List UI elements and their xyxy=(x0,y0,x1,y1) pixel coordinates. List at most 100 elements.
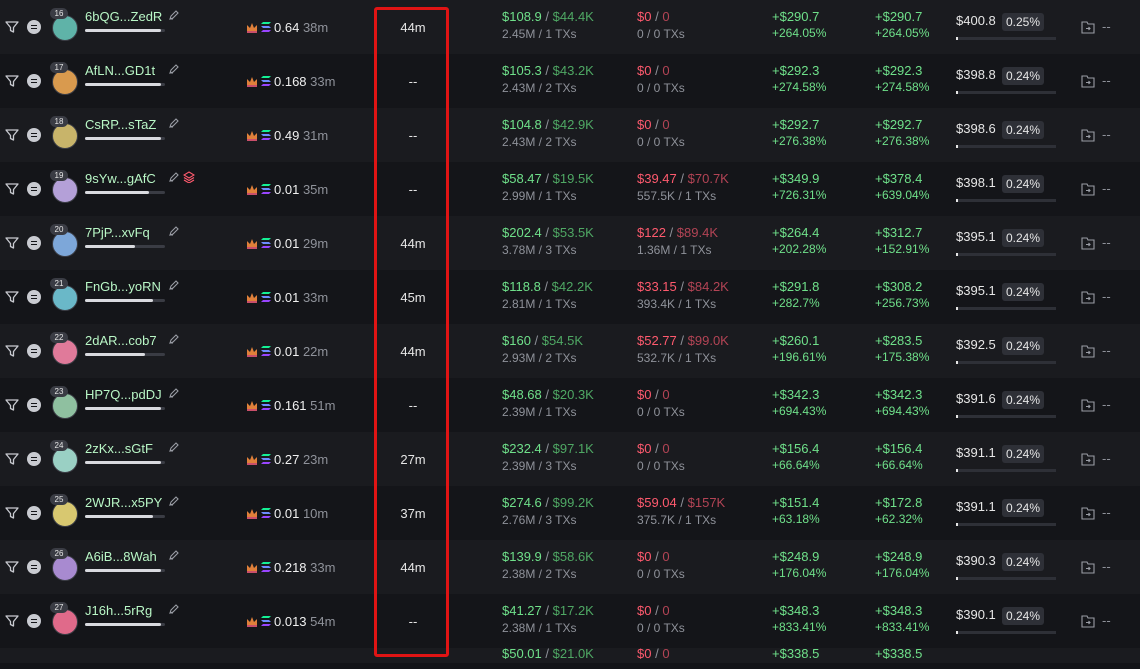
wallet-name-link[interactable]: 2WJR...x5PY xyxy=(85,495,162,510)
filter-icon[interactable] xyxy=(5,290,19,304)
edit-icon[interactable] xyxy=(168,63,180,75)
menu-icon[interactable] xyxy=(27,128,41,142)
share-icon[interactable] xyxy=(1081,129,1095,142)
table-row[interactable]: 25 2WJR...x5PY 0.01 10m 37m $274.6 / $99… xyxy=(0,486,1140,540)
wallet-name-link[interactable]: 6bQG...ZedR xyxy=(85,9,162,24)
share-icon[interactable] xyxy=(1081,345,1095,358)
filter-icon[interactable] xyxy=(5,398,19,412)
filter-icon[interactable] xyxy=(5,344,19,358)
sold-value: $0 / 0 xyxy=(637,387,670,402)
table-row-partial[interactable]: $50.01 / $21.0K $0 / 0 +$338.5 +$338.5 xyxy=(0,648,1140,663)
sol-icon xyxy=(261,346,271,356)
filter-icon[interactable] xyxy=(5,506,19,520)
sol-icon xyxy=(261,562,271,572)
edit-icon[interactable] xyxy=(168,495,180,507)
share-icon[interactable] xyxy=(1081,75,1095,88)
wallet-name-link[interactable]: 2zKx...sGtF xyxy=(85,441,153,456)
table-row[interactable]: 24 2zKx...sGtF 0.27 23m 27m $232.4 / $97… xyxy=(0,432,1140,486)
filter-icon[interactable] xyxy=(5,182,19,196)
bought-value: $202.4 / $53.5K xyxy=(502,225,594,240)
edit-icon[interactable] xyxy=(168,171,180,183)
menu-icon[interactable] xyxy=(27,236,41,250)
table-row[interactable]: 18 CsRP...sTaZ 0.49 31m -- $104.8 / $42.… xyxy=(0,108,1140,162)
pnl-unrealized: +$260.1 +196.61% xyxy=(772,333,827,364)
menu-icon[interactable] xyxy=(27,182,41,196)
table-row[interactable]: 17 AfLN...GD1t 0.168 33m -- $105.3 / $43… xyxy=(0,54,1140,108)
table-row[interactable]: 26 A6iB...8Wah 0.218 33m 44m $139.9 / $5… xyxy=(0,540,1140,594)
wallet-name-link[interactable]: AfLN...GD1t xyxy=(85,63,155,78)
menu-icon[interactable] xyxy=(27,560,41,574)
share-icon[interactable] xyxy=(1081,21,1095,34)
wallet-name-link[interactable]: 9sYw...gAfC xyxy=(85,171,156,186)
table-row[interactable]: 21 FnGb...yoRN 0.01 33m 45m $118.8 / $42… xyxy=(0,270,1140,324)
filter-icon[interactable] xyxy=(5,74,19,88)
wallet-name-link[interactable]: 2dAR...cob7 xyxy=(85,333,157,348)
bought-subtext: 2.38M / 1 TXs xyxy=(502,621,577,635)
menu-icon[interactable] xyxy=(27,614,41,628)
filter-icon[interactable] xyxy=(5,236,19,250)
table-row[interactable]: 19 9sYw...gAfC 0.01 35m -- $58.47 / $19.… xyxy=(0,162,1140,216)
sold-subtext: 0 / 0 TXs xyxy=(637,27,685,41)
remaining-bar xyxy=(956,631,1056,634)
filter-icon[interactable] xyxy=(5,560,19,574)
share-icon[interactable] xyxy=(1081,291,1095,304)
filter-icon[interactable] xyxy=(5,20,19,34)
edit-icon[interactable] xyxy=(168,117,180,129)
pnl-total: +$342.3 +694.43% xyxy=(875,387,930,418)
share-icon[interactable] xyxy=(1081,453,1095,466)
share-icon[interactable] xyxy=(1081,507,1095,520)
wallet-name-link[interactable]: J16h...5rRg xyxy=(85,603,152,618)
share-icon[interactable] xyxy=(1081,183,1095,196)
edit-icon[interactable] xyxy=(168,603,180,615)
pnl-unrealized: +$338.5 xyxy=(772,648,820,661)
edit-icon[interactable] xyxy=(168,225,180,237)
table-row[interactable]: 23 HP7Q...pdDJ 0.161 51m -- $48.68 / $20… xyxy=(0,378,1140,432)
wallet-name-link[interactable]: CsRP...sTaZ xyxy=(85,117,156,132)
wallet-name-link[interactable]: A6iB...8Wah xyxy=(85,549,157,564)
pnl-total: +$156.4 +66.64% xyxy=(875,441,923,472)
filter-icon[interactable] xyxy=(5,614,19,628)
filter-icon[interactable] xyxy=(5,452,19,466)
crown-icon xyxy=(247,293,257,303)
remaining-value: $395.1 xyxy=(956,283,996,298)
share-icon[interactable] xyxy=(1081,615,1095,628)
sold-subtext: 1.36M / 1 TXs xyxy=(637,243,712,257)
table-row[interactable]: 22 2dAR...cob7 0.01 22m 44m $160 / $54.5… xyxy=(0,324,1140,378)
wallet-name-link[interactable]: HP7Q...pdDJ xyxy=(85,387,162,402)
crown-icon xyxy=(247,77,257,87)
share-icon[interactable] xyxy=(1081,399,1095,412)
edit-icon[interactable] xyxy=(168,9,180,21)
edit-icon[interactable] xyxy=(168,387,180,399)
bought-subtext: 2.43M / 2 TXs xyxy=(502,81,577,95)
menu-icon[interactable] xyxy=(27,506,41,520)
table-row[interactable]: 16 6bQG...ZedR 0.64 38m 44m $108.9 / $44… xyxy=(0,0,1140,54)
menu-icon[interactable] xyxy=(27,344,41,358)
wallet-name-link[interactable]: 7PjP...xvFq xyxy=(85,225,150,240)
menu-icon[interactable] xyxy=(27,290,41,304)
wallet-progress-fill xyxy=(85,29,161,32)
menu-icon[interactable] xyxy=(27,20,41,34)
table-row[interactable]: 27 J16h...5rRg 0.013 54m -- $41.27 / $17… xyxy=(0,594,1140,648)
balance-value: 0.01 35m xyxy=(274,182,329,197)
table-row[interactable]: 20 7PjP...xvFq 0.01 29m 44m $202.4 / $53… xyxy=(0,216,1140,270)
menu-icon[interactable] xyxy=(27,74,41,88)
edit-icon[interactable] xyxy=(168,441,180,453)
wallet-name-link[interactable]: FnGb...yoRN xyxy=(85,279,161,294)
menu-icon[interactable] xyxy=(27,452,41,466)
bought-value: $160 / $54.5K xyxy=(502,333,583,348)
edit-icon[interactable] xyxy=(168,549,180,561)
remaining-percent-badge: 0.24% xyxy=(1002,445,1045,463)
remaining-percent-badge: 0.24% xyxy=(1002,283,1045,301)
wallet-progress-bar xyxy=(85,83,165,86)
sold-subtext: 0 / 0 TXs xyxy=(637,405,685,419)
remaining-percent-badge: 0.24% xyxy=(1002,499,1045,517)
crown-icon xyxy=(247,347,257,357)
menu-icon[interactable] xyxy=(27,398,41,412)
filter-icon[interactable] xyxy=(5,128,19,142)
edit-icon[interactable] xyxy=(168,333,180,345)
share-icon[interactable] xyxy=(1081,561,1095,574)
edit-icon[interactable] xyxy=(168,279,180,291)
share-icon[interactable] xyxy=(1081,237,1095,250)
balance-value: 0.01 29m xyxy=(274,236,329,251)
wallet-progress-fill xyxy=(85,353,145,356)
